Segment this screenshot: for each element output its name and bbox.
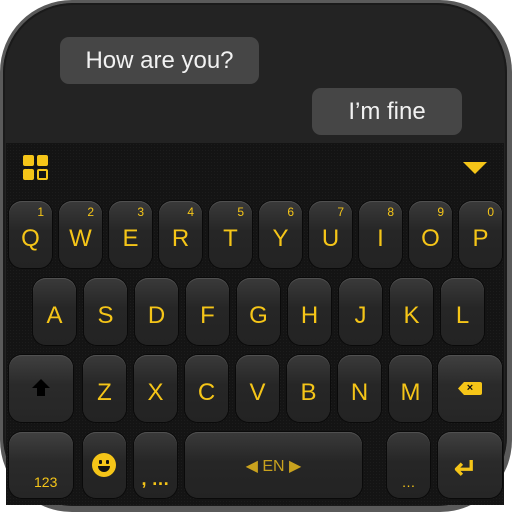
key-q[interactable]: Q1 (9, 201, 52, 268)
arrow-left-icon: ◀ (245, 458, 263, 475)
incoming-message: How are you? (60, 37, 259, 84)
key-c[interactable]: C (185, 355, 228, 422)
key-label: N (350, 379, 369, 406)
key-n[interactable]: N (338, 355, 381, 422)
backspace-key[interactable]: × (438, 355, 502, 422)
backspace-icon: × (458, 382, 482, 395)
outgoing-message: I’m fine (312, 88, 462, 135)
enter-icon: ↵ (454, 453, 478, 484)
emoji-key[interactable] (83, 432, 126, 498)
key-label: V (249, 379, 266, 406)
key-b[interactable]: B (287, 355, 330, 422)
key-g[interactable]: G (237, 278, 280, 345)
key-m[interactable]: M (389, 355, 432, 422)
key-number-hint: 3 (137, 205, 144, 219)
key-label: W (69, 225, 92, 252)
key-label: I (377, 225, 384, 252)
key-h[interactable]: H (288, 278, 331, 345)
key-number-hint: 6 (287, 205, 294, 219)
key-z[interactable]: Z (83, 355, 126, 422)
key-label: D (147, 302, 166, 329)
key-label: T (223, 225, 238, 252)
key-number-hint: 7 (337, 205, 344, 219)
key-label: X (147, 379, 164, 406)
arrow-right-icon: ▶ (284, 458, 302, 475)
enter-key[interactable]: ↵ (438, 432, 502, 498)
numbers-key[interactable]: 123 (9, 432, 73, 498)
key-label: K (403, 302, 420, 329)
language-label: EN (262, 458, 285, 475)
shift-arrow-icon (32, 379, 50, 388)
key-x[interactable]: X (134, 355, 177, 422)
key-label: Z (97, 379, 112, 406)
key-label: L (455, 302, 470, 329)
period-label: … (401, 474, 416, 490)
comma-label: , … (141, 469, 170, 489)
key-number-hint: 4 (187, 205, 194, 219)
key-p[interactable]: P0 (459, 201, 502, 268)
key-d[interactable]: D (135, 278, 178, 345)
key-s[interactable]: S (84, 278, 127, 345)
key-label: H (300, 302, 319, 329)
key-number-hint: 5 (237, 205, 244, 219)
key-label: Q (21, 225, 40, 252)
key-number-hint: 0 (487, 205, 494, 219)
key-r[interactable]: R4 (159, 201, 202, 268)
key-l[interactable]: L (441, 278, 484, 345)
key-i[interactable]: I8 (359, 201, 402, 268)
key-number-hint: 9 (437, 205, 444, 219)
space-language: ◀ EN ▶ (185, 456, 362, 476)
emoji-icon (92, 453, 116, 477)
key-label: C (197, 379, 216, 406)
key-label: M (400, 379, 421, 406)
key-label: R (171, 225, 190, 252)
comma-key[interactable]: , … (134, 432, 177, 498)
key-j[interactable]: J (339, 278, 382, 345)
key-label: G (249, 302, 268, 329)
key-label: J (354, 302, 367, 329)
grid-icon[interactable] (23, 155, 49, 181)
key-f[interactable]: F (186, 278, 229, 345)
period-key[interactable]: … (387, 432, 430, 498)
key-label: P (472, 225, 489, 252)
key-label: E (122, 225, 139, 252)
key-y[interactable]: Y6 (259, 201, 302, 268)
key-label: S (97, 302, 114, 329)
key-e[interactable]: E3 (109, 201, 152, 268)
shift-key[interactable] (9, 355, 73, 422)
key-t[interactable]: T5 (209, 201, 252, 268)
key-label: B (300, 379, 317, 406)
key-w[interactable]: W2 (59, 201, 102, 268)
key-k[interactable]: K (390, 278, 433, 345)
key-number-hint: 8 (387, 205, 394, 219)
key-u[interactable]: U7 (309, 201, 352, 268)
key-label: U (321, 225, 340, 252)
key-v[interactable]: V (236, 355, 279, 422)
space-key[interactable]: ◀ EN ▶ (185, 432, 362, 498)
key-a[interactable]: A (33, 278, 76, 345)
triangle-down-icon[interactable] (463, 162, 487, 174)
key-label: A (46, 302, 63, 329)
key-number-hint: 2 (87, 205, 94, 219)
key-label: F (200, 302, 215, 329)
key-label: O (421, 225, 440, 252)
numbers-label: 123 (34, 474, 58, 490)
key-label: Y (272, 225, 289, 252)
key-o[interactable]: O9 (409, 201, 452, 268)
key-number-hint: 1 (37, 205, 44, 219)
